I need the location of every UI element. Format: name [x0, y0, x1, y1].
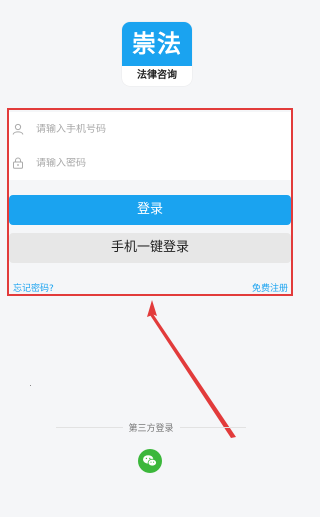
logo-title: 崇法: [122, 22, 192, 66]
app-logo: 崇法 法律咨询: [122, 22, 192, 86]
stray-dot: [30, 385, 31, 386]
annotation-highlight-box: [7, 108, 293, 296]
wechat-login-button[interactable]: [138, 449, 162, 473]
wechat-icon: [143, 455, 157, 467]
logo-subtitle: 法律咨询: [137, 70, 177, 81]
third-party-login-divider: 第三方登录: [56, 421, 247, 434]
third-party-login-label: 第三方登录: [128, 423, 174, 434]
divider-line-right: [179, 426, 247, 428]
divider-line-left: [56, 426, 123, 428]
